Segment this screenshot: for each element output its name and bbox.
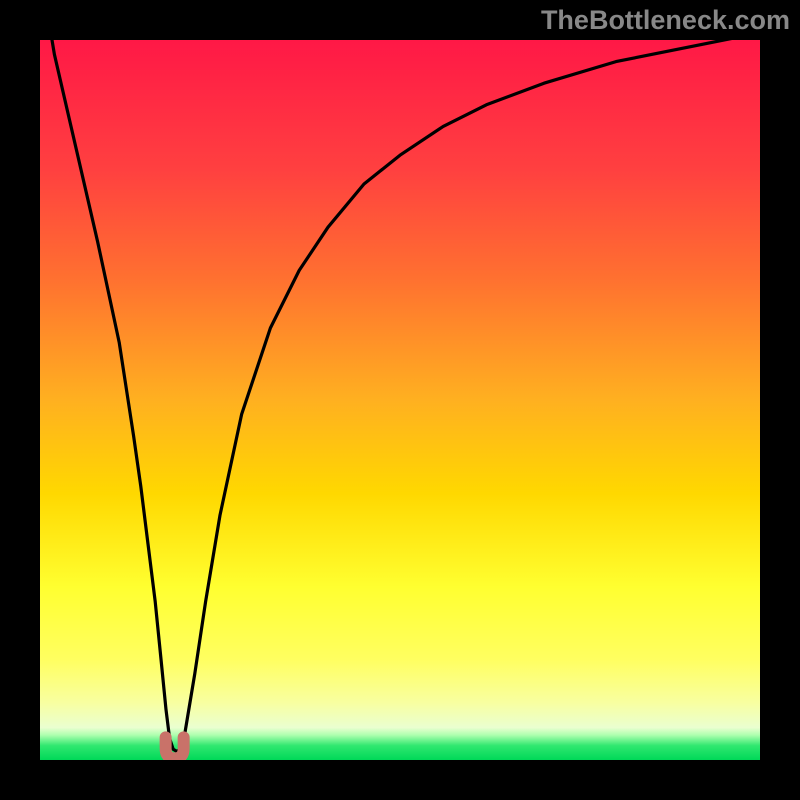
watermark-text: TheBottleneck.com <box>541 5 790 36</box>
chart-container: TheBottleneck.com <box>0 0 800 800</box>
chart-background <box>40 40 760 760</box>
chart-svg <box>0 0 800 800</box>
